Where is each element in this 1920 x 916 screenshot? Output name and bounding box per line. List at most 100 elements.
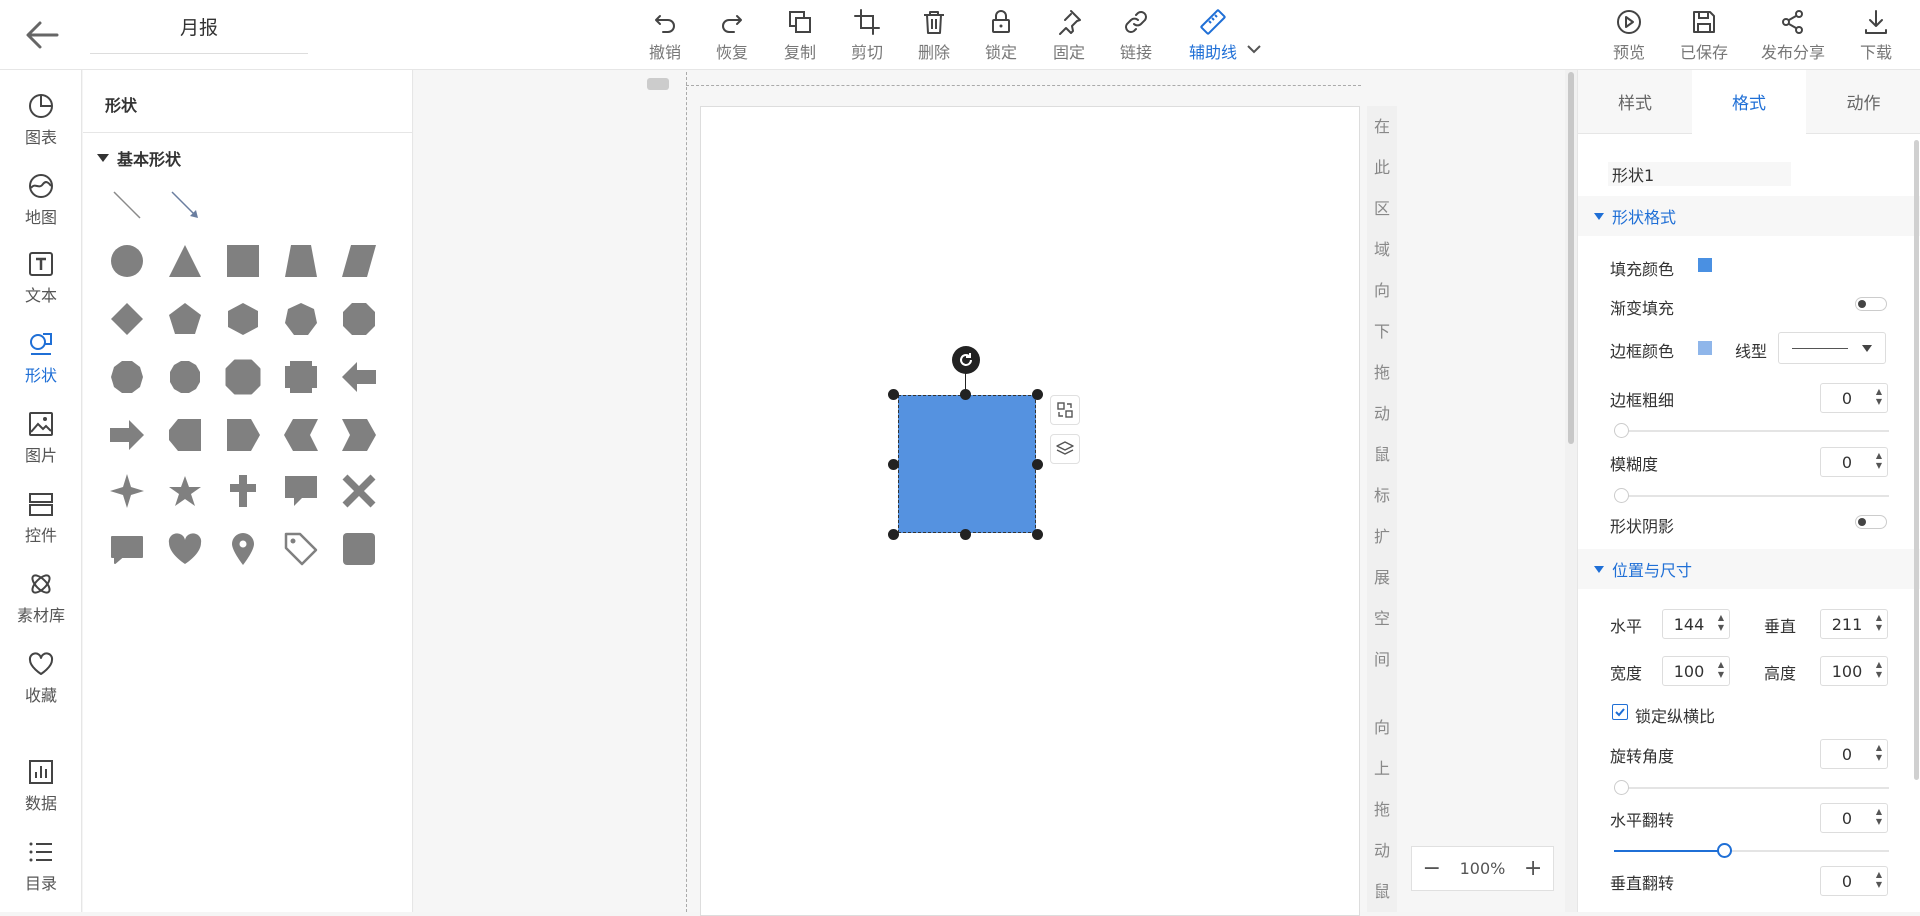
tab-format[interactable]: 格式	[1692, 70, 1806, 134]
resize-handle-nw[interactable]	[888, 389, 899, 400]
shape-rounded-octagon[interactable]	[218, 352, 268, 402]
panel-scrollbar[interactable]	[1914, 140, 1919, 780]
zoom-in-button[interactable]: +	[1521, 856, 1545, 881]
guides-button[interactable]: 辅助线	[1185, 8, 1241, 64]
nav-item-map[interactable]: 地图	[0, 172, 82, 242]
tab-style[interactable]: 样式	[1578, 70, 1692, 134]
shape-arrow-right[interactable]	[102, 410, 152, 460]
section-shape-format[interactable]: 形状格式	[1578, 196, 1920, 236]
shape-chevron-left[interactable]	[276, 410, 326, 460]
rotation-slider[interactable]	[1614, 780, 1889, 795]
nav-item-chart[interactable]: 图表	[0, 92, 82, 162]
nav-item-text[interactable]: 文本	[0, 250, 82, 320]
zoom-out-button[interactable]: −	[1420, 856, 1444, 881]
back-button[interactable]	[22, 18, 62, 52]
fill-color-swatch[interactable]	[1698, 258, 1712, 272]
download-button[interactable]: 下载	[1856, 8, 1896, 64]
stepper-arrows-icon[interactable]: ▲ ▼	[1876, 613, 1882, 633]
shape-shadow-toggle[interactable]	[1855, 515, 1887, 529]
border-width-input[interactable]: 0 ▲ ▼	[1820, 383, 1888, 413]
flip-horizontal-input[interactable]: 0 ▲ ▼	[1820, 803, 1888, 833]
selected-square-shape[interactable]	[898, 395, 1036, 533]
shape-heptagon[interactable]	[276, 294, 326, 344]
resize-handle-e[interactable]	[1032, 459, 1043, 470]
copy-button[interactable]: 复制	[780, 8, 820, 64]
canvas-scrollbar[interactable]	[1565, 70, 1577, 912]
shape-diamond[interactable]	[102, 294, 152, 344]
nav-item-shape[interactable]: 形状	[0, 330, 82, 400]
shape-chat-bubble[interactable]	[102, 524, 152, 574]
shape-heart[interactable]	[160, 524, 210, 574]
shape-decagon[interactable]	[102, 352, 152, 402]
shape-pentagon[interactable]	[160, 294, 210, 344]
gradient-fill-toggle[interactable]	[1855, 297, 1887, 311]
lock-button[interactable]: 锁定	[981, 8, 1021, 64]
redo-button[interactable]: 恢复	[712, 8, 752, 64]
height-input[interactable]: 100 ▲ ▼	[1820, 656, 1888, 686]
shape-chevron-right[interactable]	[334, 410, 384, 460]
shape-line[interactable]	[102, 180, 152, 230]
resize-handle-sw[interactable]	[888, 529, 899, 540]
shape-triangle[interactable]	[160, 236, 210, 286]
undo-button[interactable]: 撤销	[645, 8, 685, 64]
shape-location-pin[interactable]	[218, 524, 268, 574]
border-width-slider[interactable]	[1614, 423, 1889, 438]
blur-input[interactable]: 0 ▲ ▼	[1820, 447, 1888, 477]
section-position-size[interactable]: 位置与尺寸	[1578, 549, 1920, 589]
shape-square[interactable]	[218, 236, 268, 286]
scrollbar-thumb[interactable]	[1568, 72, 1574, 444]
stepper-arrows-icon[interactable]: ▲ ▼	[1876, 451, 1882, 471]
slider-knob[interactable]	[1614, 780, 1629, 795]
shape-notched-square[interactable]	[276, 352, 326, 402]
lock-ratio-checkbox[interactable]	[1612, 704, 1628, 720]
delete-button[interactable]: 删除	[914, 8, 954, 64]
nav-item-data[interactable]: 数据	[0, 758, 82, 828]
slider-knob[interactable]	[1614, 488, 1629, 503]
rotation-input[interactable]: 0 ▲ ▼	[1820, 739, 1888, 769]
width-input[interactable]: 100 ▲ ▼	[1662, 656, 1730, 686]
shape-cut-corner[interactable]	[160, 410, 210, 460]
shape-rounded-square[interactable]	[334, 524, 384, 574]
replace-shape-button[interactable]	[1050, 395, 1080, 425]
shape-trapezoid[interactable]	[276, 236, 326, 286]
shape-hexagon[interactable]	[218, 294, 268, 344]
resize-handle-n[interactable]	[960, 389, 971, 400]
shape-star5[interactable]	[160, 466, 210, 516]
nav-item-assets[interactable]: 素材库	[0, 570, 82, 640]
blur-slider[interactable]	[1614, 488, 1889, 503]
shape-tag[interactable]	[276, 524, 326, 574]
saved-button[interactable]: 已保存	[1678, 8, 1730, 64]
rotate-handle[interactable]	[952, 346, 980, 374]
shape-circle[interactable]	[102, 236, 152, 286]
preview-button[interactable]: 预览	[1609, 8, 1649, 64]
flip-horizontal-slider[interactable]	[1614, 843, 1889, 858]
tab-action[interactable]: 动作	[1806, 70, 1920, 134]
shape-star4[interactable]	[102, 466, 152, 516]
shape-x[interactable]	[334, 466, 384, 516]
shape-cross[interactable]	[218, 466, 268, 516]
layers-button[interactable]	[1050, 434, 1080, 464]
pin-button[interactable]: 固定	[1049, 8, 1089, 64]
nav-item-image[interactable]: 图片	[0, 410, 82, 480]
stepper-arrows-icon[interactable]: ▲ ▼	[1876, 387, 1882, 407]
shape-octagon[interactable]	[334, 294, 384, 344]
border-color-swatch[interactable]	[1698, 341, 1712, 355]
resize-handle-ne[interactable]	[1032, 389, 1043, 400]
guide-handle[interactable]	[647, 78, 669, 90]
shape-name-input[interactable]	[1608, 162, 1791, 186]
stepper-arrows-icon[interactable]: ▲ ▼	[1876, 743, 1882, 763]
share-button[interactable]: 发布分享	[1758, 8, 1828, 64]
slider-knob[interactable]	[1614, 423, 1629, 438]
document-title[interactable]: 月报	[90, 12, 308, 54]
slider-knob[interactable]	[1717, 843, 1732, 858]
shape-dodecagon[interactable]	[160, 352, 210, 402]
line-type-select[interactable]	[1778, 332, 1886, 364]
stepper-arrows-icon[interactable]: ▲ ▼	[1876, 660, 1882, 680]
shape-parallelogram[interactable]	[334, 236, 384, 286]
stepper-arrows-icon[interactable]: ▲ ▼	[1876, 870, 1882, 890]
shape-arrow-line[interactable]	[160, 180, 210, 230]
nav-item-control[interactable]: 控件	[0, 490, 82, 560]
nav-item-toc[interactable]: 目录	[0, 838, 82, 908]
stepper-arrows-icon[interactable]: ▲ ▼	[1718, 613, 1724, 633]
vertical-guide-line[interactable]	[686, 72, 687, 912]
